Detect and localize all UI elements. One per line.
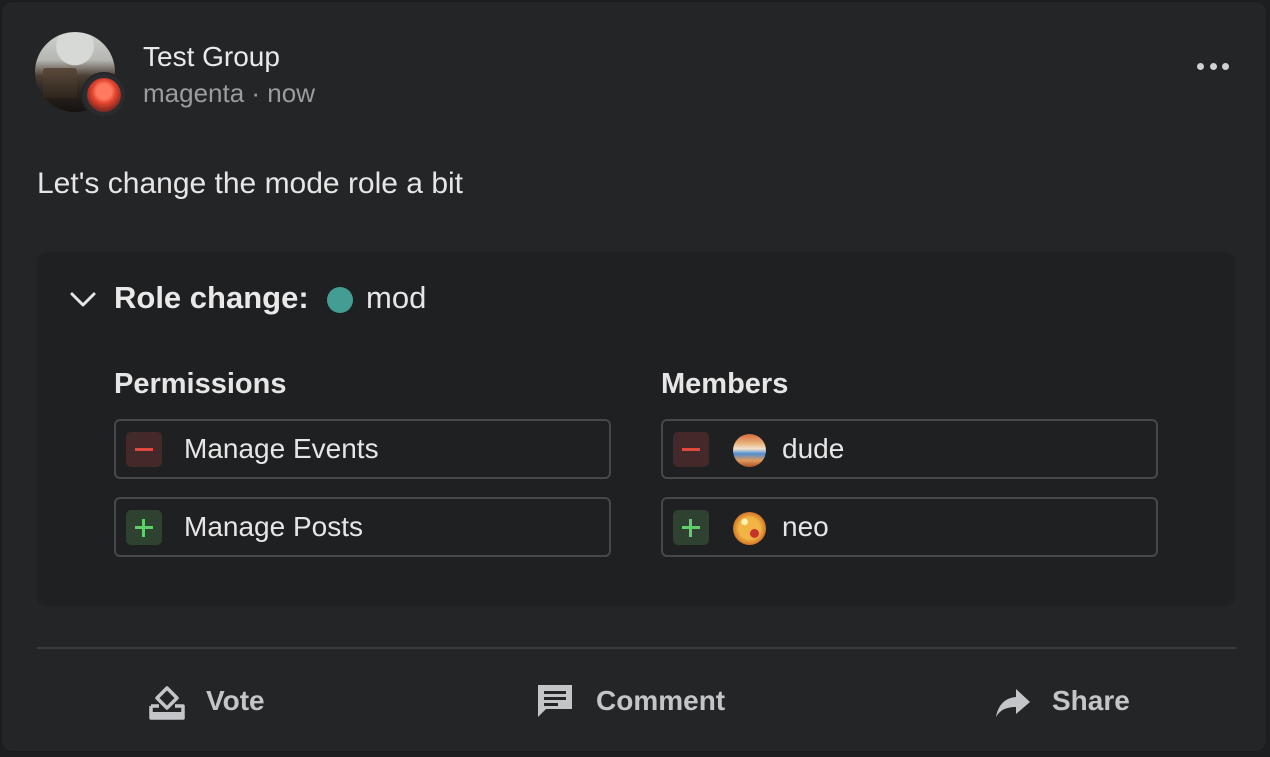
share-label: Share <box>1052 685 1130 716</box>
role-color-dot <box>327 287 353 313</box>
group-name[interactable]: Test Group <box>143 41 280 73</box>
permission-label: Manage Events <box>184 433 379 464</box>
member-name[interactable]: neo <box>782 511 829 543</box>
vote-label: Vote <box>206 685 265 716</box>
member-name[interactable]: dude <box>782 433 844 465</box>
role-change-title: Role change: <box>114 280 309 315</box>
plus-icon <box>126 510 162 545</box>
ballot-box-icon <box>149 686 185 720</box>
author-avatar-badge <box>81 72 127 118</box>
role-change-panel: Role change: mod Permissions Members Man… <box>37 252 1235 606</box>
more-options-button[interactable] <box>1193 52 1233 80</box>
permission-item: Manage Posts <box>114 497 611 557</box>
permission-item: Manage Events <box>114 419 611 479</box>
members-heading: Members <box>661 368 789 400</box>
member-item: dude <box>661 419 1158 479</box>
member-item: neo <box>661 497 1158 557</box>
comment-label: Comment <box>596 685 726 716</box>
vote-button[interactable]: Vote <box>148 676 265 726</box>
permission-label: Manage Posts <box>184 511 363 542</box>
comment-icon <box>538 685 572 717</box>
member-avatar[interactable] <box>733 434 766 467</box>
minus-icon <box>673 432 709 467</box>
chevron-down-icon[interactable] <box>69 286 97 312</box>
post-header: Test Group magenta · now <box>35 32 1235 118</box>
member-avatar[interactable] <box>733 512 766 545</box>
post-body-text: Let's change the mode role a bit <box>37 167 464 200</box>
share-arrow-icon <box>996 689 1030 717</box>
comment-button[interactable]: Comment <box>534 676 725 726</box>
divider <box>37 647 1236 649</box>
role-name: mod <box>366 280 427 315</box>
more-horizontal-icon <box>1197 62 1204 70</box>
share-button[interactable]: Share <box>994 676 1130 726</box>
permissions-heading: Permissions <box>114 368 287 400</box>
group-avatar[interactable] <box>35 32 127 118</box>
minus-icon <box>126 432 162 467</box>
plus-icon <box>673 510 709 545</box>
post-meta: magenta · now <box>143 78 315 108</box>
post-card: Test Group magenta · now Let's change th… <box>2 2 1266 751</box>
